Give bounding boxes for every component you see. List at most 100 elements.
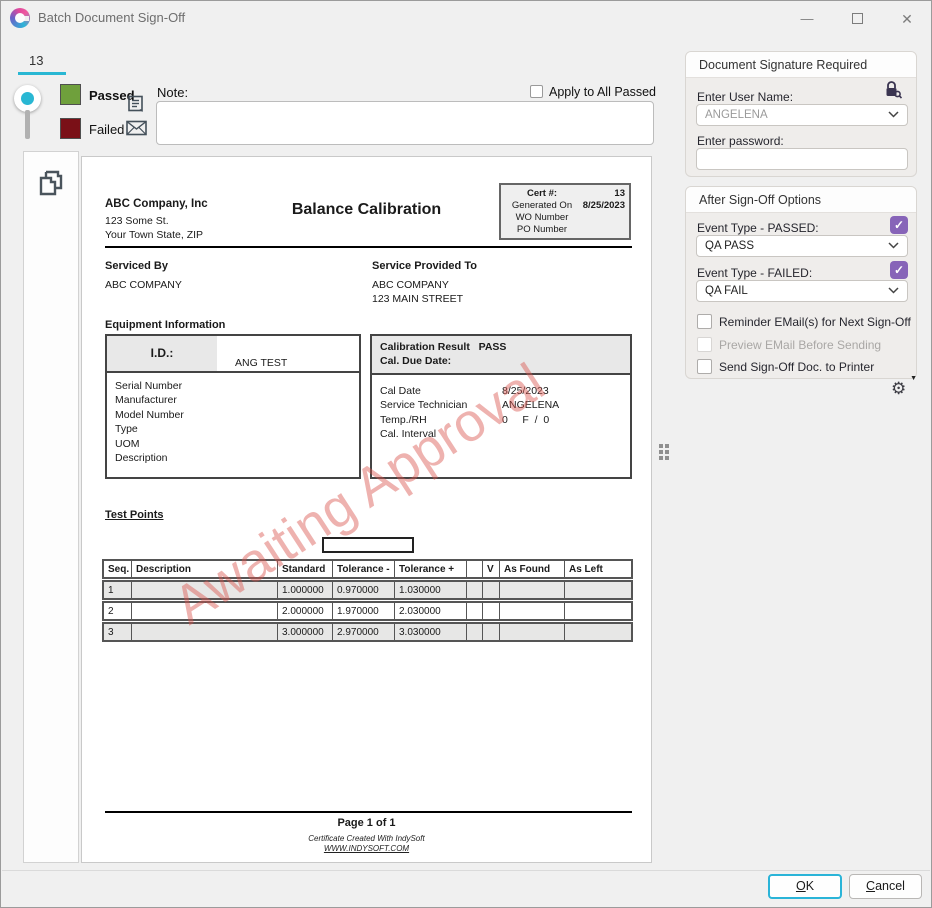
- window-title: Batch Document Sign-Off: [38, 10, 185, 25]
- reminder-email-checkbox[interactable]: [697, 314, 712, 329]
- apply-to-all-passed-label: Apply to All Passed: [549, 85, 656, 99]
- reminder-email-label: Reminder EMail(s) for Next Sign-Off: [719, 315, 911, 329]
- note-input[interactable]: [156, 101, 654, 145]
- note-label: Note:: [157, 85, 188, 100]
- id-box-separator: [107, 371, 359, 373]
- chevron-down-icon: [888, 287, 899, 294]
- equipment-info-heading: Equipment Information: [105, 319, 225, 331]
- thumbnail-panel[interactable]: [23, 151, 79, 863]
- signature-group-title: Document Signature Required: [686, 52, 916, 78]
- event-passed-combobox[interactable]: QA PASS: [696, 235, 908, 257]
- event-passed-value: QA PASS: [705, 240, 754, 252]
- chevron-down-icon: [888, 111, 899, 118]
- chevron-down-icon: [888, 242, 899, 249]
- event-failed-checkbox[interactable]: ✓: [890, 261, 908, 279]
- table-row: 1 1.000000 0.970000 1.030000: [102, 580, 633, 600]
- col-as-left: As Left: [565, 561, 631, 577]
- generated-on-value: 8/25/2023: [581, 200, 625, 212]
- tab-13[interactable]: 13: [29, 53, 43, 68]
- event-failed-combobox[interactable]: QA FAIL: [696, 280, 908, 302]
- note-document-icon[interactable]: [127, 95, 145, 114]
- cal-date-value: 8/25/2023: [502, 384, 549, 398]
- calibration-result-label: Calibration Result: [380, 341, 470, 353]
- table-header-row: Seq. Description Standard Tolerance - To…: [102, 559, 633, 579]
- col-seq: Seq.: [104, 561, 132, 577]
- document-status-pin[interactable]: [14, 85, 41, 112]
- test-points-table: Seq. Description Standard Tolerance - To…: [102, 559, 633, 643]
- event-type-failed-label: Event Type - FAILED:: [697, 266, 812, 280]
- copy-pages-icon[interactable]: [33, 170, 63, 202]
- username-label: Enter User Name:: [697, 90, 793, 104]
- maximize-icon: [852, 13, 863, 24]
- cancel-button[interactable]: Cancel: [849, 874, 922, 899]
- col-tolerance-plus: Tolerance +: [395, 561, 467, 577]
- options-group: After Sign-Off Options Event Type - PASS…: [685, 186, 917, 379]
- col-description: Description: [132, 561, 278, 577]
- equipment-field: Manufacturer: [115, 393, 184, 407]
- service-provided-to-line1: ABC COMPANY: [372, 278, 449, 292]
- username-combobox[interactable]: ANGELENA: [696, 104, 908, 126]
- send-to-printer-label: Send Sign-Off Doc. to Printer: [719, 360, 874, 374]
- event-type-passed-label: Event Type - PASSED:: [697, 221, 819, 235]
- service-technician-label: Service Technician: [380, 398, 502, 412]
- signature-group: Document Signature Required Enter User N…: [685, 51, 917, 177]
- document-preview-page: ABC Company, Inc 123 Some St. Your Town …: [81, 156, 652, 863]
- lock-key-icon: [884, 80, 902, 99]
- cert-info-box: Cert #:13 Generated On8/25/2023 WO Numbe…: [499, 183, 631, 240]
- calibration-result-box: Calibration Result PASS Cal. Due Date: C…: [370, 334, 632, 479]
- event-passed-checkbox[interactable]: ✓: [890, 216, 908, 234]
- equipment-id-box: I.D.: ANG TEST Serial Number Manufacture…: [105, 334, 361, 479]
- calibration-rows: Cal Date8/25/2023 Service TechnicianANGE…: [380, 384, 559, 442]
- col-as-found: As Found: [500, 561, 565, 577]
- email-icon[interactable]: [126, 120, 147, 136]
- app-logo-icon: [10, 8, 30, 28]
- splitter-grip[interactable]: [659, 444, 671, 461]
- passed-color-swatch: [60, 84, 81, 105]
- password-input[interactable]: [696, 148, 908, 170]
- temp-rh-label: Temp./RH: [380, 413, 502, 427]
- equipment-field: Type: [115, 422, 184, 436]
- wo-number-label: WO Number: [503, 212, 581, 224]
- serviced-by-value: ABC COMPANY: [105, 278, 182, 292]
- col-blank: [467, 561, 483, 577]
- gear-icon: ⚙: [891, 379, 906, 399]
- col-standard: Standard: [278, 561, 333, 577]
- failed-color-swatch: [60, 118, 81, 139]
- indysoft-url: WWW.INDYSOFT.COM: [82, 844, 651, 853]
- send-to-printer-checkbox[interactable]: [697, 359, 712, 374]
- cert-number-value: 13: [581, 188, 625, 200]
- close-button[interactable]: ✕: [893, 9, 921, 29]
- calibration-header: Calibration Result PASS Cal. Due Date:: [372, 336, 630, 375]
- service-provided-to-line2: 123 MAIN STREET: [372, 292, 463, 306]
- username-value: ANGELENA: [705, 109, 768, 121]
- maximize-button[interactable]: [843, 9, 871, 29]
- apply-to-all-passed-checkbox[interactable]: [530, 85, 543, 98]
- ok-button[interactable]: OK: [768, 874, 842, 899]
- serviced-by-label: Serviced By: [105, 260, 168, 272]
- check-icon: ✓: [894, 218, 904, 232]
- cert-number-label: Cert #:: [503, 188, 581, 200]
- password-label: Enter password:: [697, 134, 784, 148]
- tab-active-indicator: [18, 72, 66, 75]
- cal-interval-label: Cal. Interval: [380, 427, 502, 441]
- temp-rh-value: 0 F / 0: [502, 413, 549, 427]
- generated-on-label: Generated On: [503, 200, 581, 212]
- dropdown-arrow-icon: ▼: [910, 375, 917, 382]
- dialog-window: Batch Document Sign-Off — ✕ 13 Passed Fa…: [0, 0, 932, 908]
- equipment-field-list: Serial Number Manufacturer Model Number …: [115, 379, 184, 465]
- settings-menu-button[interactable]: ⚙ ▼: [891, 377, 917, 401]
- equipment-field: UOM: [115, 437, 184, 451]
- id-value: ANG TEST: [235, 357, 287, 369]
- minimize-button[interactable]: —: [793, 9, 821, 29]
- created-with-text: Certificate Created With IndySoft: [82, 834, 651, 843]
- id-label: I.D.:: [107, 336, 217, 371]
- pin-dot-icon: [21, 92, 34, 105]
- preview-email-checkbox: [697, 337, 712, 352]
- pin-stem: [25, 110, 30, 139]
- bottom-divider: [2, 870, 930, 871]
- options-group-title: After Sign-Off Options: [686, 187, 916, 213]
- page-number: Page 1 of 1: [82, 817, 651, 829]
- po-number-value: [581, 224, 625, 236]
- preview-email-label: Preview EMail Before Sending: [719, 338, 881, 352]
- col-v: V: [483, 561, 500, 577]
